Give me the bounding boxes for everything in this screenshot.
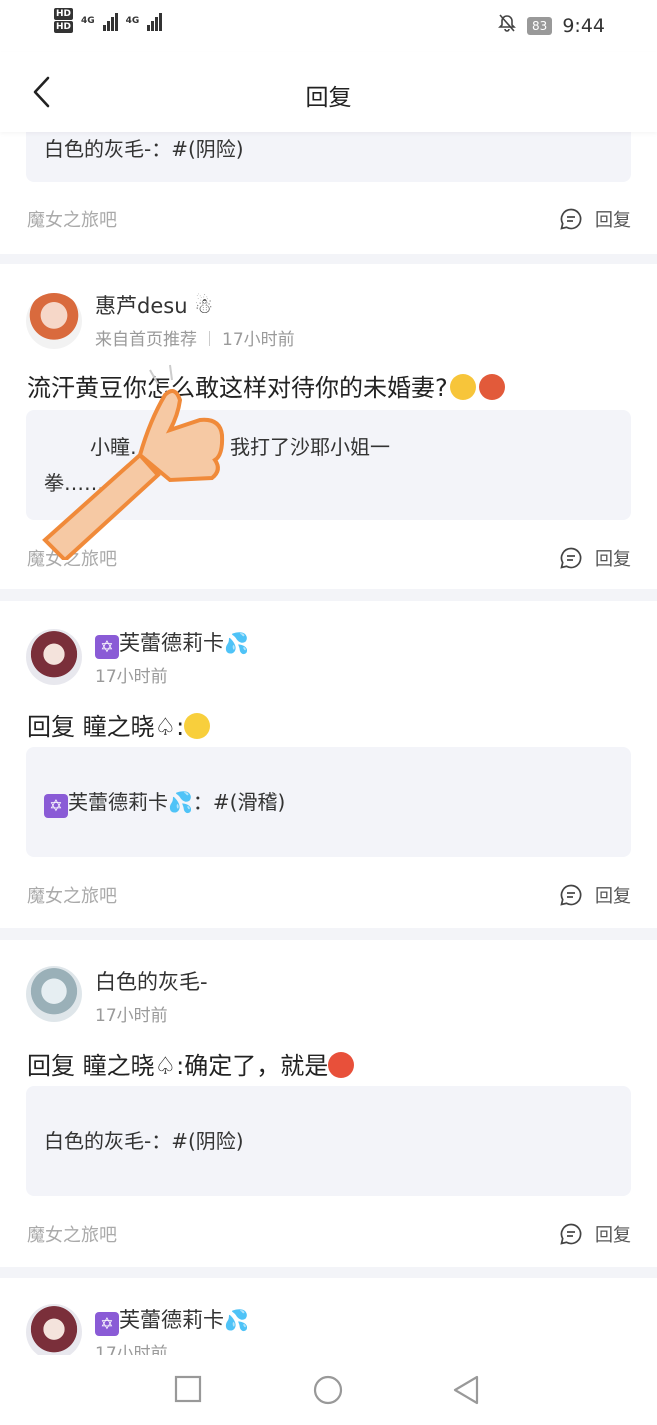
star-of-david-icon: ✡ xyxy=(44,794,68,818)
comment-icon xyxy=(560,1223,582,1245)
forum-name[interactable]: 魔女之旅吧 xyxy=(27,206,117,232)
username[interactable]: 白色的灰毛- xyxy=(95,966,208,996)
system-nav-bar xyxy=(0,1355,657,1425)
quoted-text-line1: 小瞳……总之，我打了沙耶小姐一 xyxy=(90,435,390,459)
angry-emoji xyxy=(328,1052,355,1078)
post-time: 17小时前 xyxy=(95,667,168,687)
sweat-droplets-icon: 💦 xyxy=(168,790,193,814)
reply-feed[interactable]: 白色的灰毛-：#(阴险) 魔女之旅吧 回复 惠芦desu ☃ 来自首页推荐 17小… xyxy=(0,52,657,1355)
avatar[interactable] xyxy=(26,293,82,349)
quoted-text: ：#(滑稽) xyxy=(192,790,286,814)
reply-content: 回复 瞳之晓♤:确定了，就是 xyxy=(27,1046,355,1081)
sweat-droplets-icon: 💦 xyxy=(224,631,249,655)
snowman-icon: ☃ xyxy=(194,294,214,318)
reply-button[interactable]: 回复 xyxy=(559,206,631,232)
reply-label: 回复 xyxy=(595,1225,631,1246)
forum-name[interactable]: 魔女之旅吧 xyxy=(27,1221,117,1247)
reply-card: ✡ 芙蕾德莉卡💦 17小时前 xyxy=(0,1278,657,1355)
comment-icon xyxy=(560,208,582,230)
reply-label: 回复 xyxy=(595,549,631,570)
network-type-1: 4G xyxy=(81,15,95,26)
post-time: 17小时前 xyxy=(95,1006,168,1026)
forum-name[interactable]: 魔女之旅吧 xyxy=(27,882,117,908)
home-button[interactable] xyxy=(313,1375,343,1409)
battery-icon: 83 xyxy=(527,16,553,35)
forum-name[interactable]: 魔女之旅吧 xyxy=(27,545,117,571)
signal-icon-2 xyxy=(147,11,163,31)
quoted-text: 白色的灰毛-：#(阴险) xyxy=(44,1129,244,1153)
network-type-2: 4G xyxy=(125,15,140,26)
post-time: 17小时前 xyxy=(95,1344,168,1355)
page-title: 回复 xyxy=(305,85,352,111)
username[interactable]: ✡ 芙蕾德莉卡💦 xyxy=(95,1304,249,1336)
star-of-david-icon: ✡ xyxy=(95,635,119,659)
signal-indicators: HD HD 4G 4G xyxy=(54,8,163,33)
mute-bell-icon xyxy=(497,13,517,38)
status-bar: HD HD 4G 4G 83 9:44 xyxy=(0,0,657,52)
sweat-grin-emoji xyxy=(449,374,476,400)
avatar[interactable] xyxy=(26,1304,82,1355)
reply-button[interactable]: 回复 xyxy=(559,1221,631,1247)
avatar[interactable] xyxy=(26,966,82,1022)
sweat-droplets-icon: 💦 xyxy=(224,1308,249,1332)
quoted-reply[interactable]: ✡ 芙蕾德莉卡💦：#(滑稽) xyxy=(26,747,631,857)
post-source: 来自首页推荐 xyxy=(95,330,197,350)
quoted-text-line2: 拳…… xyxy=(44,471,104,495)
username[interactable]: 惠芦desu ☃ xyxy=(95,290,213,320)
spade-icon: ♤ xyxy=(154,713,177,741)
quoted-username: 芙蕾德莉卡 xyxy=(68,790,168,814)
top-bar: 回复 xyxy=(0,52,657,132)
triangle-back-icon xyxy=(453,1375,479,1405)
reply-button[interactable]: 回复 xyxy=(559,545,631,571)
avatar[interactable] xyxy=(26,629,82,685)
reply-card: 惠芦desu ☃ 来自首页推荐 17小时前 流汗黄豆你怎么敢这样对待你的未婚妻? … xyxy=(0,264,657,589)
spade-icon: ♤ xyxy=(154,1052,177,1080)
reply-label: 回复 xyxy=(595,886,631,907)
smile-emoji xyxy=(184,713,211,739)
star-of-david-icon: ✡ xyxy=(95,1312,119,1336)
post-meta: 来自首页推荐 17小时前 xyxy=(95,325,295,350)
hd-badge-2: HD xyxy=(54,21,74,33)
square-icon xyxy=(174,1375,202,1403)
reply-button[interactable]: 回复 xyxy=(559,882,631,908)
signal-icon-1 xyxy=(102,11,118,31)
reply-content: 回复 瞳之晓♤: xyxy=(27,707,211,742)
username[interactable]: ✡ 芙蕾德莉卡💦 xyxy=(95,627,249,659)
recent-apps-button[interactable] xyxy=(174,1375,202,1407)
comment-icon xyxy=(560,884,582,906)
reply-card: ✡ 芙蕾德莉卡💦 17小时前 回复 瞳之晓♤: ✡ 芙蕾德莉卡💦：#(滑稽) 魔女之… xyxy=(0,601,657,928)
reply-card: 白色的灰毛- 17小时前 回复 瞳之晓♤:确定了，就是 白色的灰毛-：#(阴险)… xyxy=(0,940,657,1267)
quoted-reply[interactable]: 白色的灰毛-：#(阴险) xyxy=(26,1086,631,1196)
reply-label: 回复 xyxy=(595,210,631,231)
post-time: 17小时前 xyxy=(222,330,295,350)
hd-badge-1: HD xyxy=(54,8,74,20)
circle-icon xyxy=(313,1375,343,1405)
clock: 9:44 xyxy=(562,14,605,37)
reply-content: 流汗黄豆你怎么敢这样对待你的未婚妻? xyxy=(27,368,505,403)
quoted-text: 白色的灰毛-：#(阴险) xyxy=(44,137,244,161)
quoted-reply[interactable]: 小瞳……总之，我打了沙耶小姐一 拳…… xyxy=(26,410,631,520)
angry-grin-emoji xyxy=(478,374,505,400)
back-nav-button[interactable] xyxy=(452,1375,480,1409)
comment-icon xyxy=(560,547,582,569)
